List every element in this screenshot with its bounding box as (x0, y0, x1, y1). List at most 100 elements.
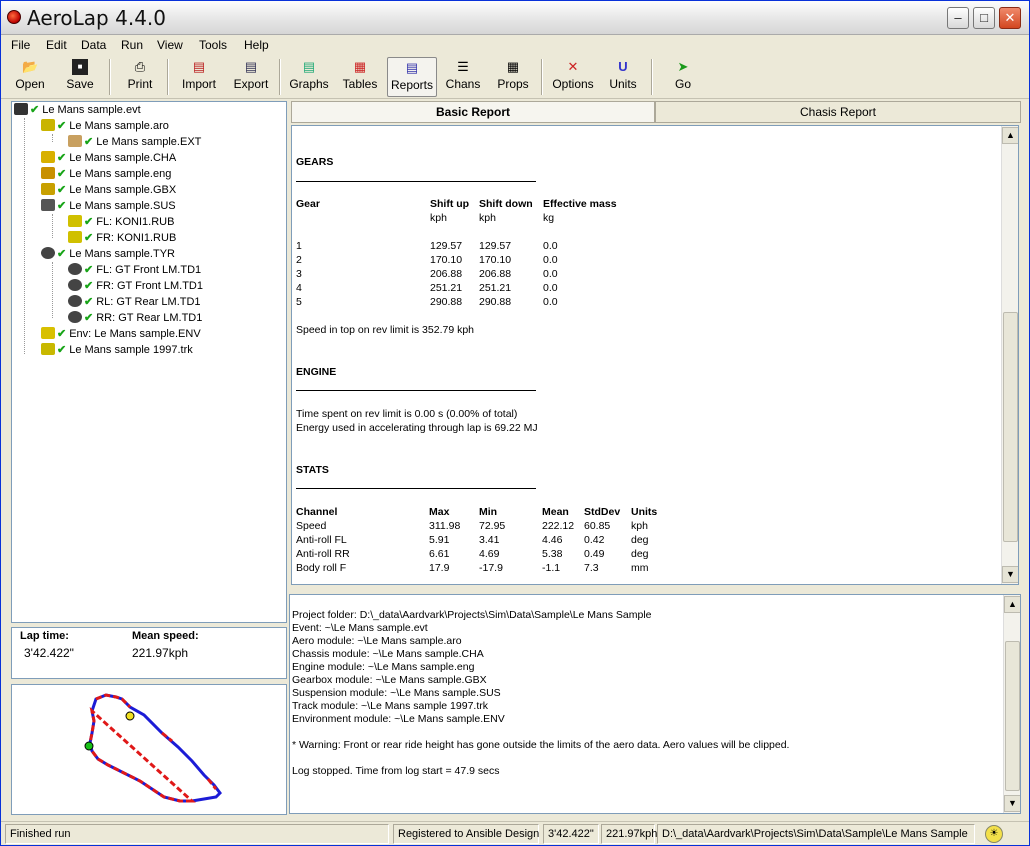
tree-item[interactable]: ✔ FR: KONI1.RUB (68, 230, 176, 246)
tree-item[interactable]: ✔ Le Mans sample.CHA (41, 150, 176, 166)
stats-cell: 5.38 (542, 548, 563, 560)
tree-item[interactable]: ✔ RL: GT Rear LM.TD1 (68, 294, 201, 310)
scroll-down-arrow[interactable]: ▼ (1004, 795, 1020, 812)
stats-cell: 7.3 (584, 562, 599, 574)
log-line: Engine module: ~\Le Mans sample.eng (292, 661, 475, 673)
gears-rule (296, 181, 536, 182)
tree-item[interactable]: ✔ Le Mans sample.TYR (41, 246, 175, 262)
tree-item[interactable]: ✔ Le Mans sample.aro (41, 118, 169, 134)
tree-item[interactable]: ✔ Le Mans sample 1997.trk (41, 342, 193, 358)
scroll-down-arrow[interactable]: ▼ (1002, 566, 1018, 583)
graphs-button[interactable]: ▤ Graphs (287, 57, 331, 97)
menu-edit[interactable]: Edit (46, 38, 67, 52)
status-path: D:\_data\Aardvark\Projects\Sim\Data\Samp… (657, 824, 975, 844)
tables-label: Tables (342, 77, 378, 91)
chans-button[interactable]: ☰ Chans (443, 57, 483, 97)
tree-item[interactable]: ✔ Le Mans sample.GBX (41, 182, 176, 198)
scroll-thumb[interactable] (1003, 312, 1018, 542)
log-line: Environment module: ~\Le Mans sample.ENV (292, 713, 505, 725)
top-speed-line: Speed in top on rev limit is 352.79 kph (296, 324, 475, 336)
scroll-up-arrow[interactable]: ▲ (1004, 596, 1020, 613)
gear-cell: 129.57 (479, 240, 512, 252)
cloud-icon (41, 327, 55, 339)
checkmark-icon: ✔ (30, 104, 40, 116)
log-line: * Warning: Front or rear ride height has… (292, 739, 790, 751)
stats-cell: kph (631, 520, 648, 532)
open-button[interactable]: 📂 Open (11, 57, 49, 97)
menu-help[interactable]: Help (244, 38, 269, 52)
stats-rule (296, 488, 536, 489)
tree-item-label: Env: Le Mans sample.ENV (69, 328, 201, 340)
log-line: Gearbox module: ~\Le Mans sample.GBX (292, 674, 487, 686)
menu-run[interactable]: Run (121, 38, 143, 52)
gear-cell: 4 (296, 282, 302, 294)
print-label: Print (127, 77, 153, 91)
stats-cell: 4.69 (479, 548, 500, 560)
log-output: Project folder: D:\_data\Aardvark\Projec… (289, 594, 1021, 814)
tree-item[interactable]: ✔ Le Mans sample.SUS (41, 198, 176, 214)
car-position-marker (125, 711, 135, 721)
close-button[interactable]: ✕ (999, 7, 1021, 29)
tree-item[interactable]: ✔ Le Mans sample.EXT (68, 134, 201, 150)
menu-view[interactable]: View (157, 38, 183, 52)
export-button[interactable]: ▤ Export (229, 57, 273, 97)
checkmark-icon: ✔ (57, 344, 67, 356)
tree-item[interactable]: ✔ FL: GT Front LM.TD1 (68, 262, 201, 278)
stats-cell: -1.1 (542, 562, 561, 574)
tree-item-label: Le Mans sample.SUS (69, 200, 176, 212)
gear-unit: kph (479, 212, 496, 224)
gears-title: GEARS (296, 156, 334, 168)
damper-icon (68, 215, 82, 227)
tree-item-label: RR: GT Rear LM.TD1 (96, 312, 203, 324)
log-line: Log stopped. Time from log start = 47.9 … (292, 765, 500, 777)
report-icon: ▤ (405, 60, 419, 75)
tree-item[interactable]: ✔ Env: Le Mans sample.ENV (41, 326, 201, 342)
toolbar-separator (279, 59, 281, 95)
units-button[interactable]: U Units (605, 57, 641, 97)
stats-cell: 311.98 (429, 520, 461, 532)
gear-cell: 290.88 (479, 296, 512, 308)
import-button[interactable]: ▤ Import (177, 57, 221, 97)
engine-rule (296, 390, 536, 391)
checkmark-icon: ✔ (57, 168, 67, 180)
stats-cell: deg (631, 548, 649, 560)
app-icon (7, 10, 21, 24)
options-button[interactable]: ✕ Options (549, 57, 597, 97)
minimize-button[interactable]: – (947, 7, 969, 29)
track-icon (41, 343, 55, 355)
reports-button[interactable]: ▤ Reports (387, 57, 437, 97)
props-button[interactable]: ▦ Props (493, 57, 533, 97)
stats-cell: Body roll F (296, 562, 347, 574)
checkmark-icon: ✔ (84, 216, 94, 228)
save-button[interactable]: ■ Save (61, 57, 99, 97)
project-tree: ✔ Le Mans sample.evt ✔ Le Mans sample.aro ✔ L… (11, 101, 287, 623)
stats-cell: 5.91 (429, 534, 450, 546)
menu-tools[interactable]: Tools (199, 38, 227, 52)
engine-icon (41, 167, 55, 179)
tree-item[interactable]: ✔ Le Mans sample.evt (14, 102, 141, 118)
window-title: AeroLap 4.4.0 (27, 6, 166, 30)
tree-item[interactable]: ✔ RR: GT Rear LM.TD1 (68, 310, 202, 326)
checkmark-icon: ✔ (57, 248, 67, 260)
status-bar: Finished run Registered to Ansible Desig… (1, 821, 1029, 845)
print-button[interactable]: ⎙ Print (121, 57, 159, 97)
report-scrollbar[interactable]: ▲ ▼ (1001, 126, 1018, 584)
tree-item[interactable]: ✔ FR: GT Front LM.TD1 (68, 278, 203, 294)
toolbar-separator (167, 59, 169, 95)
scroll-thumb[interactable] (1005, 641, 1020, 791)
tab-chasis-report[interactable]: Chasis Report (655, 101, 1021, 123)
tab-basic-report[interactable]: Basic Report (291, 101, 655, 123)
tables-button[interactable]: ▦ Tables (338, 57, 382, 97)
log-scrollbar[interactable]: ▲ ▼ (1003, 595, 1020, 813)
properties-icon: ▦ (506, 59, 520, 74)
tree-item[interactable]: ✔ Le Mans sample.eng (41, 166, 171, 182)
maximize-button[interactable]: □ (973, 7, 995, 29)
menu-file[interactable]: File (11, 38, 30, 52)
import-icon: ▤ (192, 59, 206, 74)
tree-item[interactable]: ✔ FL: KONI1.RUB (68, 214, 174, 230)
menu-data[interactable]: Data (81, 38, 106, 52)
go-button[interactable]: ➤ Go (665, 57, 701, 97)
wing-icon (41, 119, 55, 131)
lightbulb-icon[interactable]: ☀ (985, 825, 1003, 843)
scroll-up-arrow[interactable]: ▲ (1002, 127, 1018, 144)
